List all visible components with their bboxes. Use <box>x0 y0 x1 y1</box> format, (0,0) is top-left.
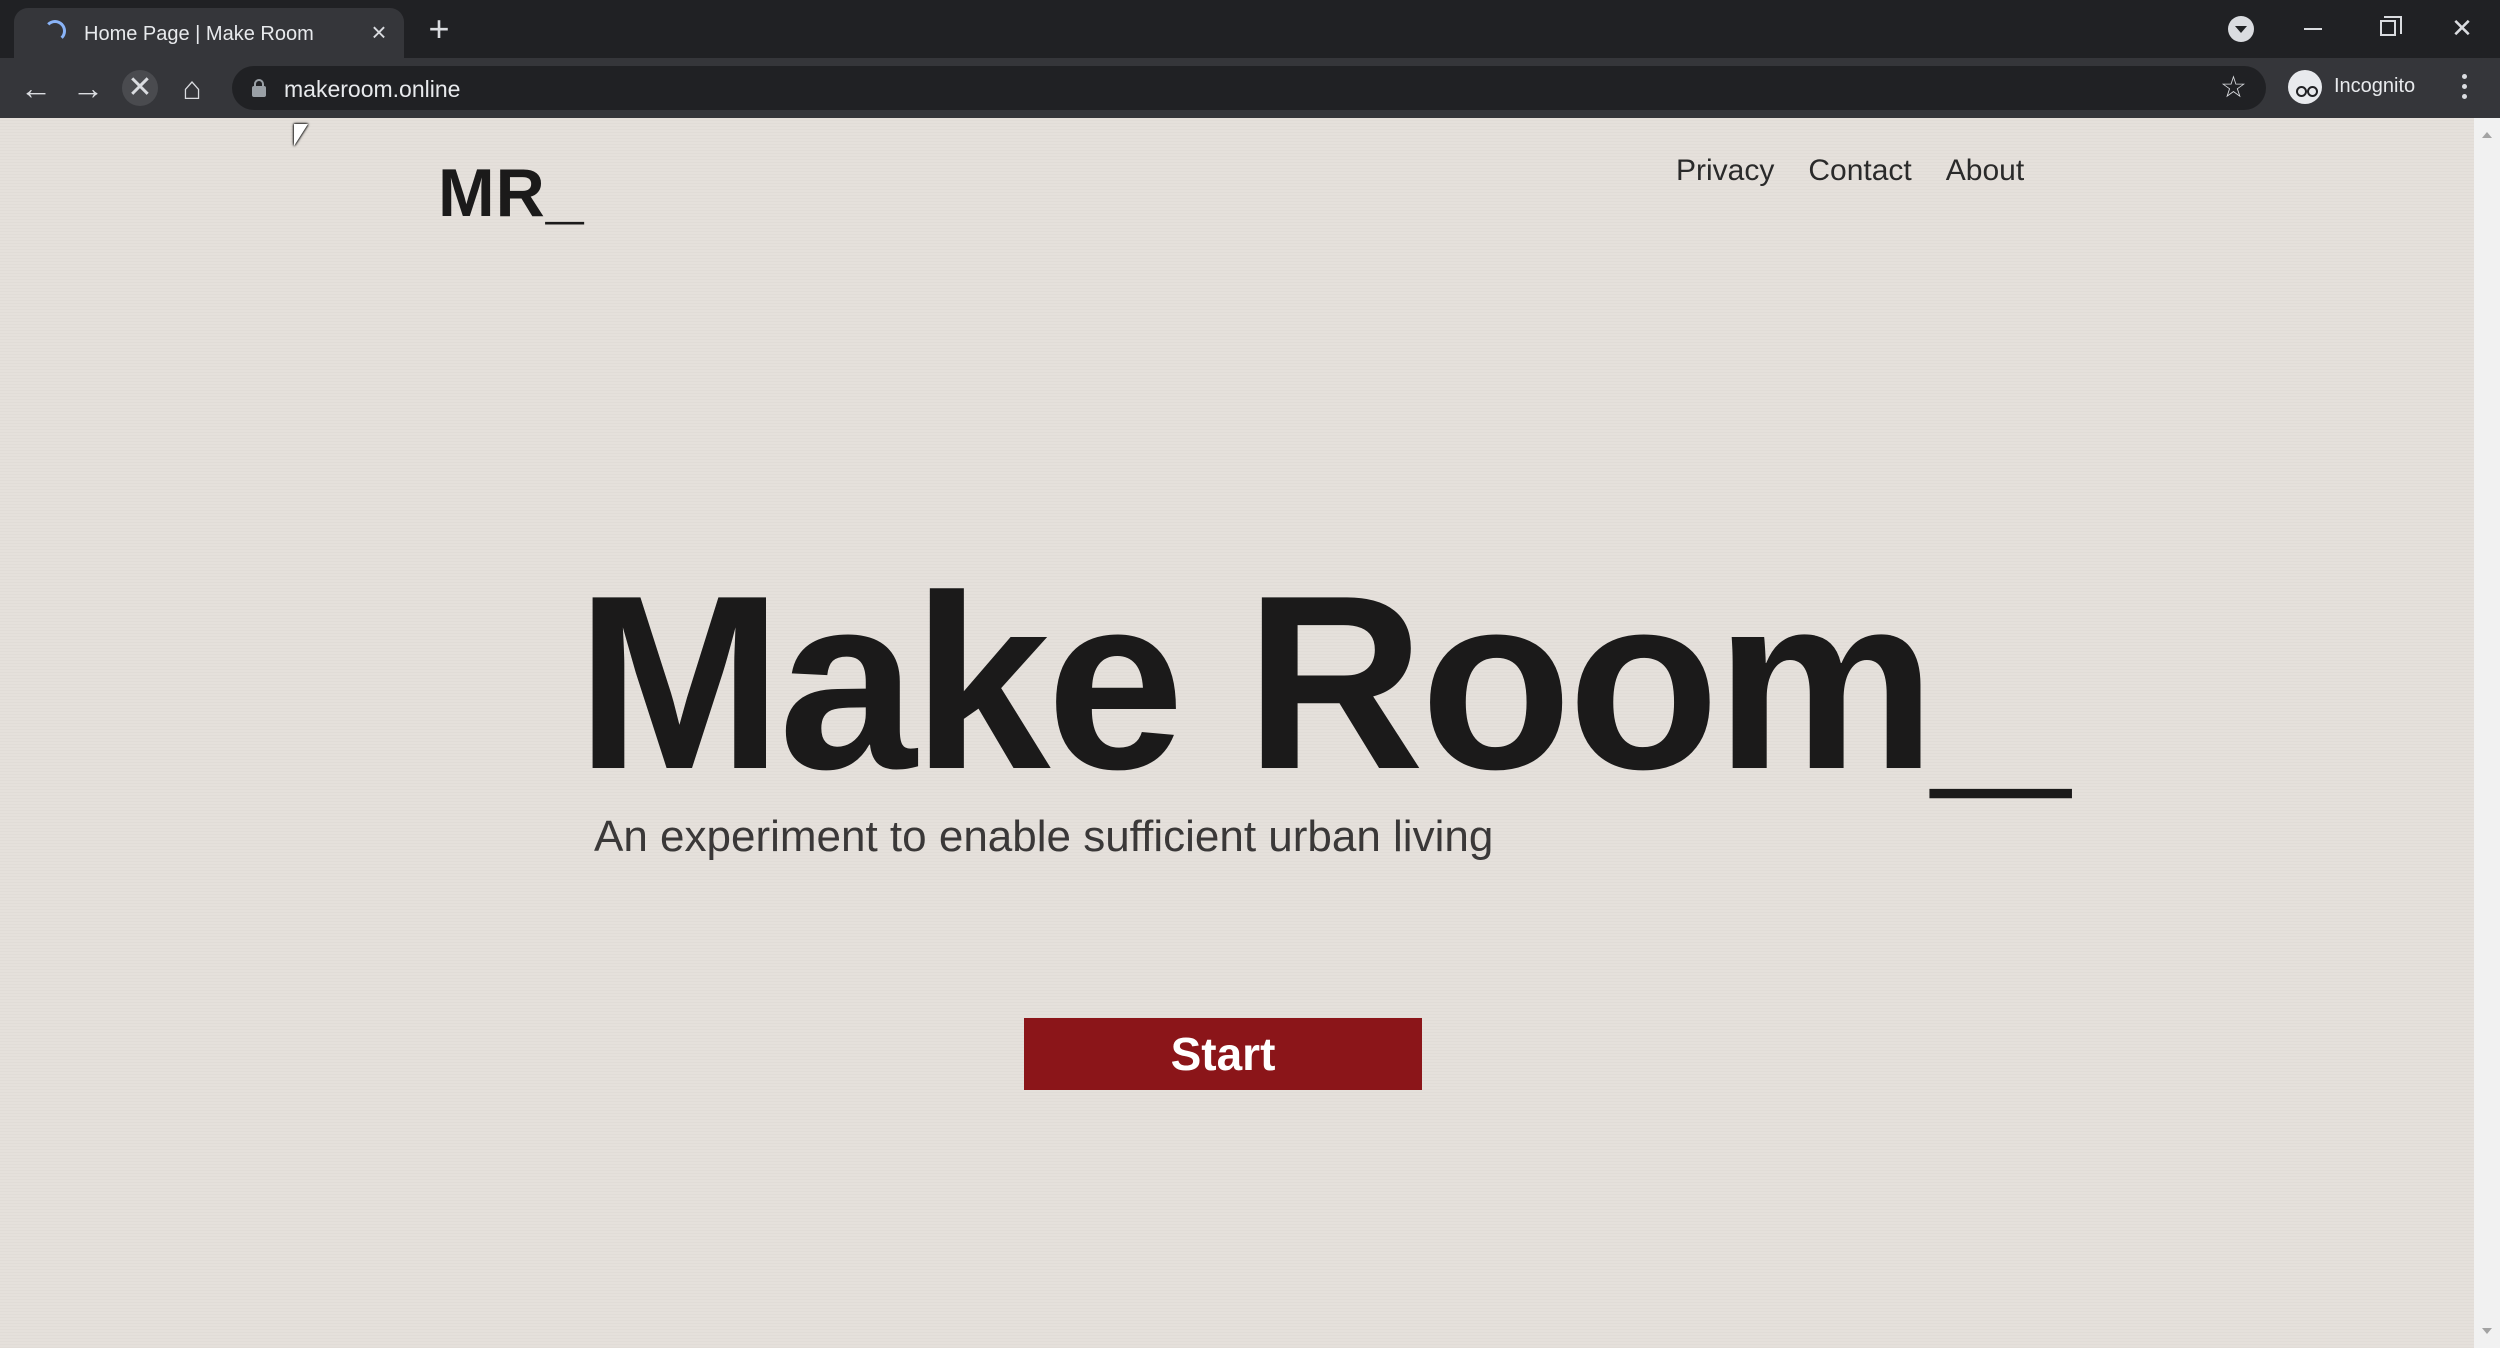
minimize-icon[interactable] <box>2294 8 2334 48</box>
home-icon[interactable]: ⌂ <box>174 70 210 106</box>
kebab-menu-icon[interactable] <box>2456 74 2472 104</box>
close-window-icon[interactable]: ✕ <box>2442 8 2482 48</box>
hero-title: Make Room_ <box>576 543 2070 821</box>
scroll-down-arrow-icon[interactable] <box>2482 1328 2492 1334</box>
new-tab-button[interactable]: + <box>424 11 454 47</box>
browser-window: Home Page | Make Room × + ✕ ← → ✕ ⌂ make… <box>0 0 2500 1348</box>
loading-spinner-icon <box>44 20 66 42</box>
stop-loading-icon[interactable]: ✕ <box>122 70 158 106</box>
page-viewport: MR_ Privacy Contact About Make Room_ An … <box>0 118 2474 1348</box>
lock-icon[interactable] <box>252 79 266 97</box>
back-arrow-icon[interactable]: ← <box>18 70 54 106</box>
start-button[interactable]: Start <box>1024 1018 1422 1090</box>
incognito-icon <box>2288 70 2322 104</box>
incognito-profile-button[interactable]: Incognito <box>2286 68 2434 108</box>
tab-title: Home Page | Make Room <box>84 23 314 45</box>
address-bar[interactable]: makeroom.online ☆ <box>232 66 2266 110</box>
forward-arrow-icon[interactable]: → <box>70 70 106 106</box>
url-text[interactable]: makeroom.online <box>284 76 460 103</box>
restore-icon[interactable] <box>2368 8 2408 48</box>
incognito-label: Incognito <box>2334 75 2416 97</box>
nav-contact[interactable]: Contact <box>1808 154 1911 188</box>
scroll-up-arrow-icon[interactable] <box>2482 132 2492 138</box>
nav-about[interactable]: About <box>1946 154 2024 188</box>
tab-home-page[interactable]: Home Page | Make Room × <box>14 8 404 58</box>
page-scrollbar[interactable] <box>2474 118 2500 1348</box>
hero-subtitle: An experiment to enable sufficient urban… <box>594 812 1494 861</box>
nav-privacy[interactable]: Privacy <box>1676 154 1774 188</box>
mouse-cursor-icon <box>294 124 308 146</box>
close-tab-icon[interactable]: × <box>366 19 392 46</box>
tab-search-icon[interactable] <box>2228 16 2254 42</box>
site-logo[interactable]: MR_ <box>438 154 585 232</box>
title-bar: Home Page | Make Room × + ✕ <box>0 0 2500 58</box>
main-nav: Privacy Contact About <box>1676 154 2024 188</box>
bookmark-star-icon[interactable]: ☆ <box>2220 72 2247 104</box>
browser-toolbar: ← → ✕ ⌂ makeroom.online ☆ Incognito <box>0 58 2500 118</box>
